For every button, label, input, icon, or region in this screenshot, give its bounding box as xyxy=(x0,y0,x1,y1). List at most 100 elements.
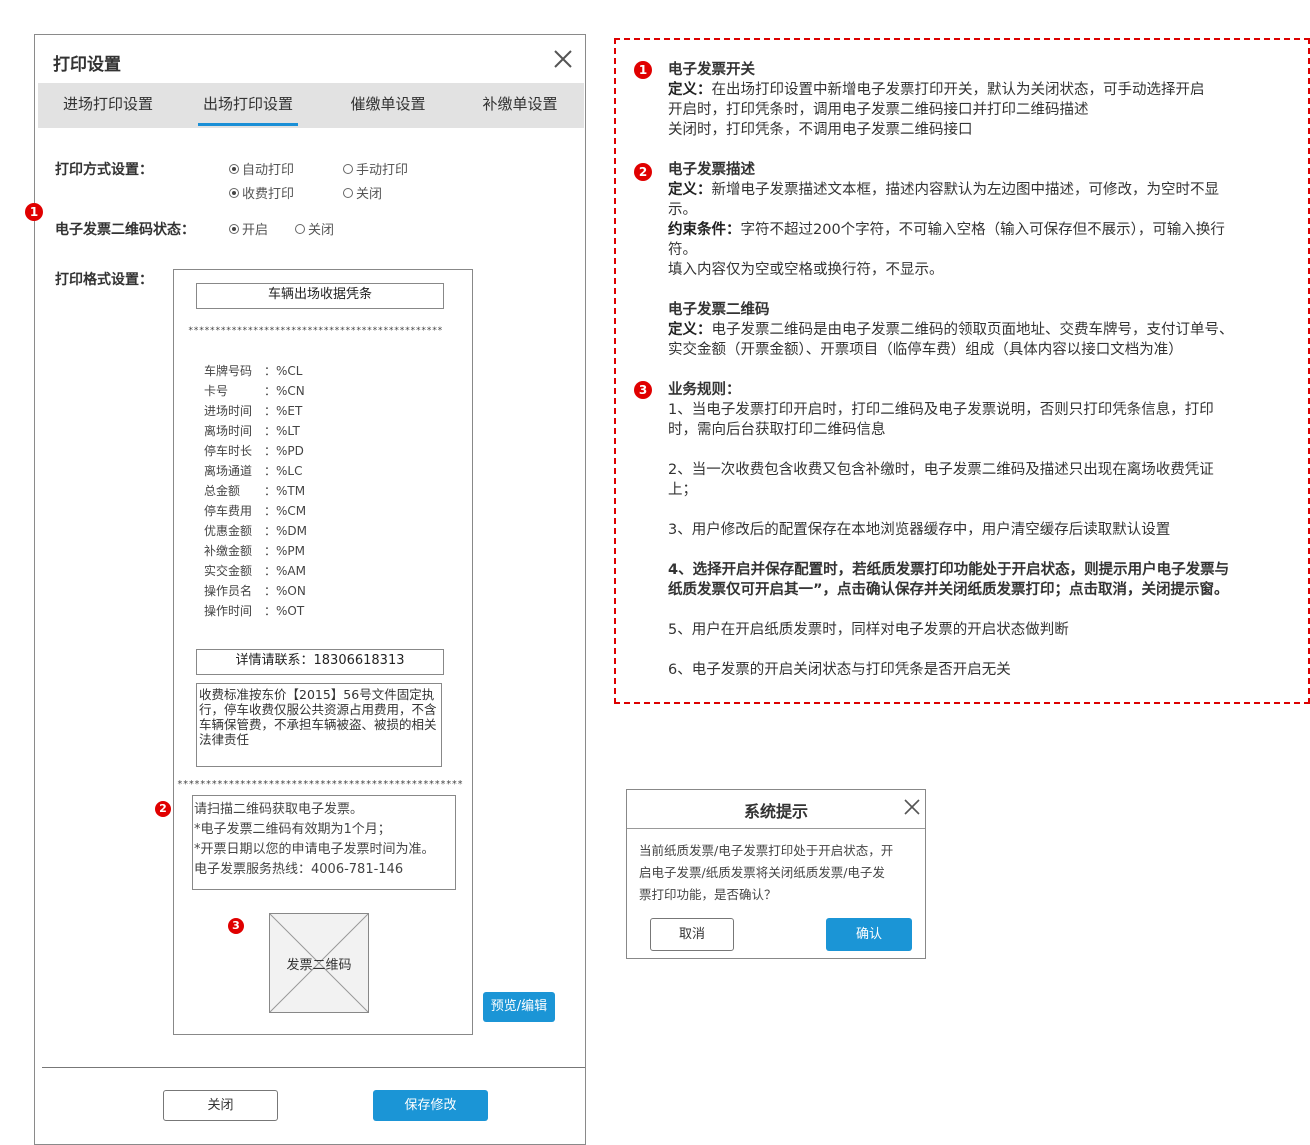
receipt-field-sep: ： xyxy=(264,504,277,518)
note-line: 3、用户修改后的配置保存在本地浏览器缓存中，用户清空缓存后读取默认设置 xyxy=(668,522,1171,538)
receipt-field-key: 操作时间 xyxy=(204,604,253,618)
receipt-field: 离场通道 ：%LC xyxy=(204,462,302,479)
radio-einvoice-off[interactable]: 关闭 xyxy=(295,219,334,238)
section-title: 电子发票二维码 xyxy=(668,302,770,318)
contact-box[interactable]: 详情请联系：18306618313 xyxy=(196,649,444,675)
receipt-field-value: %OT xyxy=(276,604,305,618)
receipt-field-sep: ： xyxy=(264,464,277,478)
receipt-field: 实交金额 ：%AM xyxy=(204,562,306,579)
tip-message: 当前纸质发票/电子发票打印处于开启状态，开 启电子发票/纸质发票将关闭纸质发票/… xyxy=(639,843,894,902)
radio-checked-icon xyxy=(229,163,239,174)
receipt-field-value: %AM xyxy=(276,564,306,578)
receipt-field-key: 进场时间 xyxy=(204,404,253,418)
note-line: 约束条件：字符不超过200个字符，不可输入空格（输入可保存但不展示），可输入换行 xyxy=(668,222,1225,238)
note-line: 2、当一次收费包含收费又包含补缴时，电子发票二维码及描述只出现在离场收费凭证 xyxy=(668,462,1214,478)
note-line: 定义：新增电子发票描述文本框，描述内容默认为左边图中描述，可修改，为空时不显 xyxy=(668,182,1219,198)
section-title: 业务规则： xyxy=(668,382,741,398)
radio-unchecked-icon xyxy=(343,187,353,198)
radio-unchecked-icon xyxy=(343,163,353,174)
receipt-field-value: %ET xyxy=(276,404,303,418)
system-tip-dialog: 系统提示 当前纸质发票/电子发票打印处于开启状态，开 启电子发票/纸质发票将关闭… xyxy=(626,789,926,959)
print-format-label: 打印格式设置： xyxy=(55,272,153,288)
receipt-field: 补缴金额 ：%PM xyxy=(204,542,305,559)
receipt-field-value: %CN xyxy=(276,384,305,398)
receipt-field-key: 补缴金额 xyxy=(204,544,253,558)
note-line: 4、选择开启并保存配置时，若纸质发票打印功能处于开启状态，则提示用户电子发票与 xyxy=(668,562,1230,578)
tab-back-payment[interactable]: 补缴单设置 xyxy=(470,83,570,128)
note-line: 上； xyxy=(668,482,697,498)
print-settings-dialog: 打印设置 进场打印设置 出场打印设置 催缴单设置 补缴单设置 打印方式设置： 自… xyxy=(25,34,586,1145)
receipt-field-sep: ： xyxy=(264,584,277,598)
note-line: 6、电子发票的开启关闭状态与打印凭条是否开启无关 xyxy=(668,662,1011,678)
divider-stars: ****************************************… xyxy=(188,326,443,336)
receipt-field: 进场时间 ：%ET xyxy=(204,402,302,419)
receipt-field-value: %PD xyxy=(276,444,304,458)
qr-label: 发票二维码 xyxy=(286,958,352,973)
receipt-title-box[interactable]: 车辆出场收据凭条 xyxy=(196,283,444,309)
receipt-field-sep: ： xyxy=(264,404,277,418)
radio-einvoice-on[interactable]: 开启 xyxy=(229,219,268,238)
receipt-field: 停车费用 ：%CM xyxy=(204,502,306,519)
radio-auto-print[interactable]: 自动打印 xyxy=(229,159,294,178)
receipt-field-value: %ON xyxy=(276,584,306,598)
annotation-badge-3: 3 xyxy=(634,381,652,399)
receipt-field-value: %CL xyxy=(276,364,303,378)
save-button[interactable]: 保存修改 xyxy=(373,1090,488,1121)
receipt-field: 优惠金额 ：%DM xyxy=(204,522,307,539)
tab-reminder[interactable]: 催缴单设置 xyxy=(338,83,438,128)
annotation-badge-1: 1 xyxy=(25,203,43,221)
cancel-button[interactable]: 取消 xyxy=(650,918,734,951)
note-line: 关闭时，打印凭条，不调用电子发票二维码接口 xyxy=(668,122,973,138)
close-button[interactable]: 关闭 xyxy=(163,1090,278,1121)
radio-charge-print[interactable]: 收费打印 xyxy=(229,183,294,202)
section-title: 电子发票开关 xyxy=(668,62,755,78)
receipt-field-sep: ： xyxy=(264,384,277,398)
tab-exit-print[interactable]: 出场打印设置 xyxy=(198,83,298,128)
note-line: 纸质发票仅可开启其一”，点击确认保存并关闭纸质发票打印；点击取消，关闭提示窗。 xyxy=(668,582,1229,598)
tip-title: 系统提示 xyxy=(743,802,808,821)
receipt-field-key: 离场通道 xyxy=(204,464,253,478)
receipt-field: 操作员名 ：%ON xyxy=(204,582,306,599)
radio-print-off[interactable]: 关闭 xyxy=(343,183,382,202)
close-icon[interactable] xyxy=(903,798,921,816)
notice-textbox[interactable]: 收费标准按东价【2015】56号文件固定执行，停车收费仅服公共资源占用费用，不含… xyxy=(196,683,442,767)
einvoice-desc-textbox[interactable]: 请扫描二维码获取电子发票。 *电子发票二维码有效期为1个月； *开票日期以您的申… xyxy=(192,795,456,890)
annotation-badge-2: 2 xyxy=(155,801,171,817)
confirm-button[interactable]: 确认 xyxy=(826,918,912,951)
note-line: 开启时，打印凭条时，调用电子发票二维码接口并打印二维码描述 xyxy=(668,102,1089,118)
receipt-field: 车牌号码 ：%CL xyxy=(204,362,302,379)
receipt-field: 操作时间 ：%OT xyxy=(204,602,304,619)
note-line: 填入内容仅为空或空格或换行符，不显示。 xyxy=(668,262,944,278)
receipt-field: 停车时长 ：%PD xyxy=(204,442,304,459)
receipt-field-key: 停车时长 xyxy=(204,444,253,458)
divider-stars: ****************************************… xyxy=(177,779,463,790)
radio-checked-icon xyxy=(229,223,239,234)
radio-checked-icon xyxy=(229,187,239,198)
receipt-field-sep: ： xyxy=(264,424,277,438)
receipt-field-value: %LT xyxy=(276,424,300,438)
receipt-field-key: 卡号 xyxy=(204,384,229,398)
receipt-field-value: %DM xyxy=(276,524,308,538)
receipt-field-sep: ： xyxy=(264,604,277,618)
receipt-field-sep: ： xyxy=(264,564,277,578)
note-line: 定义：电子发票二维码是由电子发票二维码的领取页面地址、交费车牌号，支付订单号、 xyxy=(668,322,1234,338)
receipt-preview: 车辆出场收据凭条 *******************************… xyxy=(173,269,473,1035)
preview-edit-button[interactable]: 预览/编辑 xyxy=(483,992,555,1022)
requirements-notes: 1 电子发票开关 定义：在出场打印设置中新增电子发票打印开关，默认为关闭状态，可… xyxy=(614,38,1310,704)
radio-unchecked-icon xyxy=(295,223,305,234)
note-line: 时，需向后台获取打印二维码信息 xyxy=(668,422,886,438)
receipt-field-value: %TM xyxy=(276,484,306,498)
receipt-field: 离场时间 ：%LT xyxy=(204,422,300,439)
receipt-field-key: 操作员名 xyxy=(204,584,253,598)
receipt-field-key: 停车费用 xyxy=(204,504,253,518)
print-mode-label: 打印方式设置： xyxy=(55,162,153,178)
receipt-field-sep: ： xyxy=(264,364,277,378)
close-icon[interactable] xyxy=(551,47,575,71)
note-line: 定义：在出场打印设置中新增电子发票打印开关，默认为关闭状态，可手动选择开启 xyxy=(668,82,1205,98)
radio-manual-print[interactable]: 手动打印 xyxy=(343,159,408,178)
receipt-field-key: 车牌号码 xyxy=(204,364,253,378)
receipt-field-key: 总金额 xyxy=(204,484,241,498)
tip-divider xyxy=(627,828,925,829)
tab-entry-print[interactable]: 进场打印设置 xyxy=(48,83,168,128)
receipt-field-key: 优惠金额 xyxy=(204,524,253,538)
